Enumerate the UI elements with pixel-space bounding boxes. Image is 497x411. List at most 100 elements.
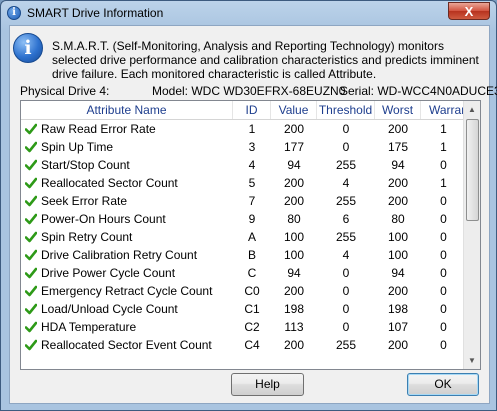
table-row[interactable]: Spin Retry Count A 100 255 100 0 <box>21 228 466 246</box>
green-checkmark-icon <box>25 141 37 153</box>
warranty-cell: 0 <box>440 338 447 352</box>
threshold-cell: 4 <box>342 176 350 190</box>
attribute-name-cell: Emergency Retract Cycle Count <box>41 284 213 298</box>
id-cell: 1 <box>248 122 256 136</box>
table-row[interactable]: Drive Power Cycle Count C 94 0 94 0 <box>21 264 466 282</box>
column-header-value[interactable]: Value <box>271 101 317 119</box>
threshold-cell: 6 <box>342 212 350 226</box>
green-checkmark-icon <box>25 213 37 225</box>
worst-cell: 198 <box>387 302 409 316</box>
attribute-name-cell: Drive Calibration Retry Count <box>41 248 198 262</box>
smart-dialog: i SMART Drive Information X i S.M.A.R.T.… <box>0 0 497 411</box>
worst-cell: 100 <box>387 248 409 262</box>
value-cell: 200 <box>283 338 305 352</box>
scroll-down-icon[interactable]: ▼ <box>464 352 480 369</box>
vertical-scrollbar[interactable]: ▲ ▼ <box>463 101 480 369</box>
table-row[interactable]: Reallocated Sector Event Count C4 200 255 20… <box>21 336 466 354</box>
threshold-cell: 0 <box>342 302 350 316</box>
table-row[interactable]: Start/Stop Count 4 94 255 94 0 <box>21 156 466 174</box>
column-header-worst[interactable]: Worst <box>375 101 421 119</box>
id-cell: 9 <box>248 212 256 226</box>
attribute-name-cell: Spin Up Time <box>41 140 114 154</box>
table-row[interactable]: Reallocated Sector Count 5 200 4 200 1 <box>21 174 466 192</box>
id-cell: C <box>247 266 257 280</box>
table-row[interactable]: Seek Error Rate 7 200 255 200 0 <box>21 192 466 210</box>
table-row[interactable]: Raw Read Error Rate 1 200 0 200 1 <box>21 120 466 138</box>
attribute-name-cell: Power-On Hours Count <box>41 212 166 226</box>
value-cell: 100 <box>283 248 305 262</box>
value-cell: 94 <box>287 158 301 172</box>
attribute-name-cell: Raw Read Error Rate <box>41 122 156 136</box>
threshold-cell: 0 <box>342 140 350 154</box>
id-cell: C0 <box>244 284 260 298</box>
warranty-cell: 0 <box>440 248 447 262</box>
green-checkmark-icon <box>25 159 37 171</box>
attribute-name-cell: Load/Unload Cycle Count <box>41 302 178 316</box>
column-header-id[interactable]: ID <box>233 101 271 119</box>
column-header-threshold[interactable]: Threshold <box>317 101 375 119</box>
info-icon: i <box>7 6 21 20</box>
ok-button[interactable]: OK <box>407 373 479 396</box>
column-header-warranty[interactable]: Warranty <box>421 101 466 119</box>
threshold-cell: 255 <box>335 230 357 244</box>
attribute-table[interactable]: Attribute Name ID Value Threshold Worst … <box>20 100 481 370</box>
green-checkmark-icon <box>25 177 37 189</box>
table-row[interactable]: Power-On Hours Count 9 80 6 80 0 <box>21 210 466 228</box>
attribute-name-cell: HDA Temperature <box>41 320 137 334</box>
id-cell: 7 <box>248 194 256 208</box>
threshold-cell: 255 <box>335 158 357 172</box>
table-row[interactable]: HDA Temperature C2 113 0 107 0 <box>21 318 466 336</box>
worst-cell: 200 <box>387 176 409 190</box>
threshold-cell: 0 <box>342 320 350 334</box>
id-cell: 5 <box>248 176 256 190</box>
warranty-cell: 0 <box>440 266 447 280</box>
value-cell: 113 <box>284 320 304 334</box>
threshold-cell: 255 <box>335 194 357 208</box>
worst-cell: 175 <box>387 140 409 154</box>
attribute-name-cell: Start/Stop Count <box>41 158 130 172</box>
warranty-cell: 0 <box>440 302 447 316</box>
table-row[interactable]: Load/Unload Cycle Count C1 198 0 198 0 <box>21 300 466 318</box>
help-button[interactable]: Help <box>231 373 304 396</box>
scrollbar-thumb[interactable] <box>466 119 479 221</box>
table-header: Attribute Name ID Value Threshold Worst … <box>21 101 466 120</box>
worst-cell: 200 <box>387 122 409 136</box>
warranty-cell: 0 <box>440 194 447 208</box>
warranty-cell: 0 <box>440 230 447 244</box>
green-checkmark-icon <box>25 339 37 351</box>
id-cell: 3 <box>248 140 256 154</box>
dialog-content: i S.M.A.R.T. (Self-Monitoring, Analysis … <box>9 25 497 404</box>
green-checkmark-icon <box>25 123 37 135</box>
green-checkmark-icon <box>25 249 37 261</box>
title-bar[interactable]: i SMART Drive Information X <box>1 1 496 25</box>
green-checkmark-icon <box>25 231 37 243</box>
threshold-cell: 0 <box>342 122 350 136</box>
value-cell: 94 <box>287 266 301 280</box>
value-cell: 80 <box>287 212 301 226</box>
table-row[interactable]: Emergency Retract Cycle Count C0 200 0 200 0 <box>21 282 466 300</box>
warranty-cell: 0 <box>440 158 447 172</box>
attribute-name-cell: Reallocated Sector Count <box>41 176 178 190</box>
green-checkmark-icon <box>25 303 37 315</box>
scroll-up-icon[interactable]: ▲ <box>464 101 480 118</box>
warranty-cell: 0 <box>440 284 447 298</box>
value-cell: 200 <box>283 176 305 190</box>
close-button[interactable]: X <box>448 2 490 20</box>
threshold-cell: 255 <box>335 338 357 352</box>
column-header-attribute-name[interactable]: Attribute Name <box>21 101 233 119</box>
green-checkmark-icon <box>25 321 37 333</box>
table-row[interactable]: Spin Up Time 3 177 0 175 1 <box>21 138 466 156</box>
table-body: Raw Read Error Rate 1 200 0 200 1 Spin Up Time… <box>21 120 466 354</box>
threshold-cell: 4 <box>342 248 350 262</box>
attribute-name-cell: Drive Power Cycle Count <box>41 266 176 280</box>
id-cell: C1 <box>244 302 260 316</box>
threshold-cell: 0 <box>342 266 350 280</box>
id-cell: C2 <box>244 320 260 334</box>
threshold-cell: 0 <box>342 284 350 298</box>
table-row[interactable]: Drive Calibration Retry Count B 100 4 100 0 <box>21 246 466 264</box>
id-cell: 4 <box>248 158 256 172</box>
value-cell: 200 <box>283 194 305 208</box>
value-cell: 100 <box>283 230 305 244</box>
value-cell: 198 <box>283 302 305 316</box>
id-cell: A <box>247 230 256 244</box>
